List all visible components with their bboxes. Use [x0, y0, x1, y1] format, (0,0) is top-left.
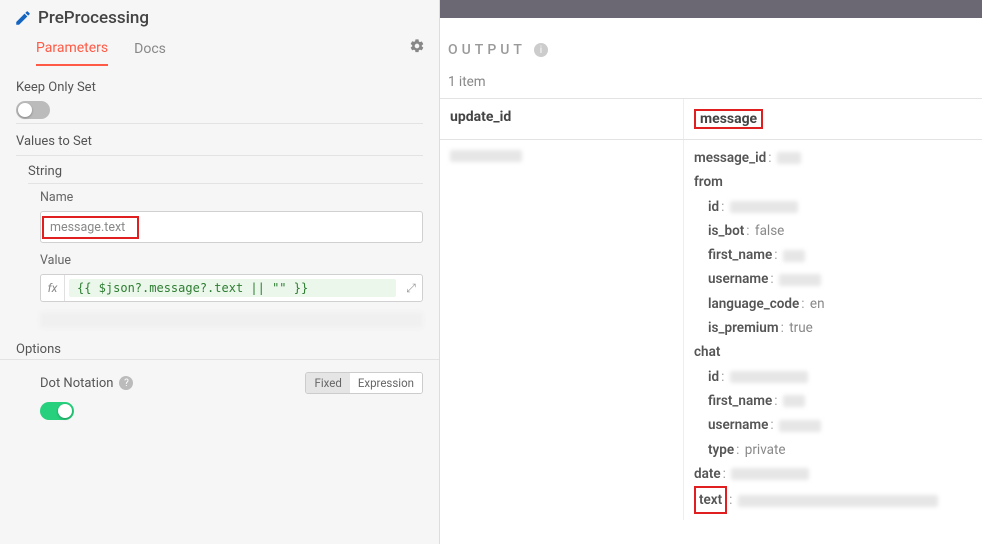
- output-panel: OUTPUT i 1 item update_id message messag…: [440, 0, 982, 544]
- page-title: PreProcessing: [38, 8, 149, 28]
- from-premium-key: is_premium: [708, 320, 779, 336]
- settings-panel: PreProcessing Parameters Docs Keep Only …: [0, 0, 440, 544]
- from-username-key: username: [708, 271, 768, 287]
- redacted: [738, 495, 938, 507]
- from-id-key: id: [708, 199, 719, 215]
- redacted: [450, 150, 522, 162]
- panel-header: PreProcessing: [0, 0, 439, 28]
- redacted: [730, 201, 798, 213]
- expand-icon[interactable]: ⤢: [400, 281, 422, 296]
- fixed-expression-toggle[interactable]: Fixed Expression: [305, 372, 423, 394]
- chat-type-val: private: [745, 442, 786, 458]
- from-premium-val: true: [789, 320, 813, 336]
- from-key: from: [694, 174, 723, 190]
- keep-only-set-section: Keep Only Set: [0, 66, 439, 119]
- redacted: [730, 371, 808, 383]
- name-input[interactable]: message.text: [46, 220, 129, 235]
- pencil-icon: [14, 9, 32, 27]
- item-count: 1 item: [440, 64, 982, 98]
- text-key: text: [699, 492, 722, 508]
- options-label: Options: [0, 328, 439, 360]
- redacted: [779, 274, 821, 286]
- chat-id-key: id: [708, 369, 719, 385]
- chat-username-key: username: [708, 417, 768, 433]
- column-update-id[interactable]: update_id: [440, 99, 684, 139]
- annotation-text-highlight: text: [694, 486, 727, 514]
- fixed-button[interactable]: Fixed: [306, 373, 349, 393]
- info-icon[interactable]: i: [534, 43, 548, 57]
- name-label: Name: [40, 190, 423, 205]
- redacted: [783, 395, 805, 407]
- name-input-wrap: message.text: [40, 211, 423, 243]
- values-to-set-label: Values to Set: [16, 134, 423, 149]
- output-table: update_id message message_id: from id: i…: [440, 98, 982, 520]
- tabs: Parameters Docs: [0, 28, 439, 66]
- cell-message: message_id: from id: is_bot: false first…: [684, 140, 982, 520]
- from-is-bot-key: is_bot: [708, 223, 744, 239]
- top-bar: [440, 0, 982, 18]
- redacted: [783, 250, 805, 262]
- values-to-set-section: Values to Set: [0, 124, 439, 149]
- output-title: OUTPUT: [448, 42, 526, 58]
- expression-button[interactable]: Expression: [350, 373, 422, 393]
- message-id-key: message_id: [694, 150, 766, 166]
- from-is-bot-val: false: [755, 223, 784, 239]
- cell-update-id: [440, 140, 684, 520]
- keep-only-set-label: Keep Only Set: [16, 80, 423, 95]
- dot-notation-label: Dot Notation: [40, 376, 113, 391]
- tab-docs[interactable]: Docs: [134, 41, 166, 65]
- annotation-name-highlight: message.text: [42, 216, 139, 239]
- redacted: [731, 468, 809, 480]
- from-first-name-key: first_name: [708, 247, 772, 263]
- chat-type-key: type: [708, 442, 734, 458]
- dot-notation-row: Dot Notation ? Fixed Expression: [0, 360, 439, 394]
- redacted: [779, 420, 821, 432]
- redacted: [777, 152, 801, 164]
- value-expression-input[interactable]: fx {{ $json?.message?.text || "" }} ⤢: [40, 274, 423, 302]
- help-icon[interactable]: ?: [119, 376, 133, 390]
- annotation-message-highlight: message: [694, 109, 763, 129]
- gear-icon[interactable]: [409, 38, 425, 54]
- keep-only-set-toggle[interactable]: [16, 101, 50, 119]
- value-label: Value: [40, 253, 423, 268]
- chat-first-name-key: first_name: [708, 393, 772, 409]
- date-key: date: [694, 466, 721, 482]
- redacted-area: [40, 312, 423, 328]
- from-lang-key: language_code: [708, 296, 799, 312]
- value-expression-text: {{ $json?.message?.text || "" }}: [69, 279, 396, 297]
- chat-key: chat: [694, 344, 720, 360]
- tab-parameters[interactable]: Parameters: [36, 40, 108, 66]
- from-lang-val: en: [810, 296, 825, 312]
- string-label: String: [0, 156, 439, 183]
- column-message[interactable]: message: [684, 99, 982, 139]
- fx-icon: fx: [41, 275, 65, 301]
- dot-notation-toggle[interactable]: [40, 402, 74, 420]
